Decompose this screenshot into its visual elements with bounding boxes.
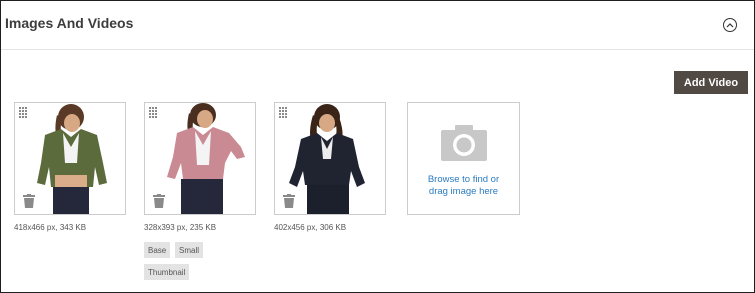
image-tile[interactable] [144, 102, 256, 215]
image-info: 402x456 px, 306 KB [274, 223, 347, 232]
image-tile[interactable] [14, 102, 126, 215]
upload-instructions-line2: drag image here [428, 186, 499, 197]
role-badge-small: Small [175, 242, 204, 258]
upload-instructions[interactable]: Browse to find or drag image here [408, 174, 519, 198]
upload-instructions-line1: Browse to find or [427, 174, 500, 185]
role-badge-base: Base [144, 242, 171, 258]
image-upload-dropzone[interactable]: Browse to find or drag image here [407, 102, 520, 215]
image-info: 328x393 px, 235 KB [144, 223, 217, 232]
collapse-button[interactable] [723, 18, 737, 32]
add-video-button[interactable]: Add Video [674, 71, 748, 94]
section-divider [1, 49, 754, 50]
trash-icon[interactable] [283, 194, 295, 208]
chevron-up-icon [726, 23, 734, 28]
image-info: 418x466 px, 343 KB [14, 223, 87, 232]
image-tile[interactable] [274, 102, 386, 215]
section-title[interactable]: Images And Videos [5, 15, 133, 31]
trash-icon[interactable] [23, 194, 35, 208]
trash-icon[interactable] [153, 194, 165, 208]
role-badge-thumbnail: Thumbnail [144, 264, 190, 280]
camera-icon [441, 125, 487, 161]
